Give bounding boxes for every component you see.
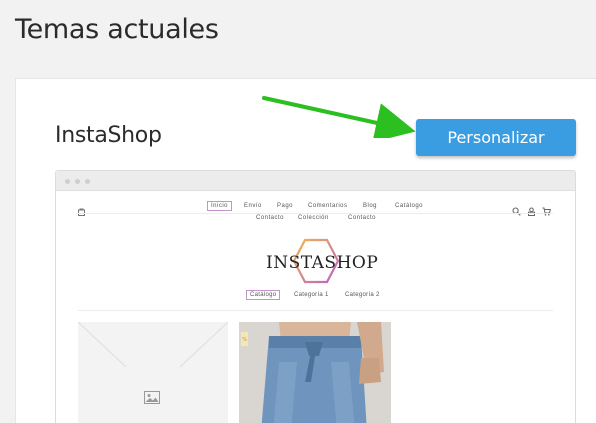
preview-nav-item: Contacto	[256, 215, 285, 221]
instashop-logo-text: InstaShop	[266, 253, 379, 273]
cart-icon	[542, 207, 551, 216]
preview-site-header: Inicio Envío Pago Comentarios Blog Catál…	[56, 191, 575, 231]
preview-nav-item: Comentarios	[308, 203, 348, 209]
divider	[78, 213, 553, 214]
store-icon	[78, 208, 85, 216]
preview-nav-item: Colección	[298, 215, 329, 221]
preview-product-placeholder	[78, 322, 228, 423]
browser-dot	[75, 179, 80, 184]
preview-nav-item: Pago	[277, 203, 294, 209]
browser-dot	[85, 179, 90, 184]
user-icon	[528, 207, 535, 216]
placeholder-diagonals	[78, 322, 228, 368]
green-arrow-annotation	[262, 96, 416, 138]
page-title: Temas actuales	[15, 14, 219, 45]
preview-category-tab: Categoría 1	[294, 292, 329, 298]
preview-nav-item: Blog	[363, 203, 378, 209]
preview-nav-item: Contacto	[348, 215, 377, 221]
customize-button[interactable]: Personalizar	[416, 119, 576, 156]
preview-category-tab: Categoría 2	[345, 292, 380, 298]
jeans-photo: %	[239, 322, 391, 423]
image-icon	[144, 391, 160, 404]
theme-preview[interactable]: Inicio Envío Pago Comentarios Blog Catál…	[55, 170, 576, 423]
preview-nav-item: Envío	[244, 203, 262, 209]
browser-dot	[65, 179, 70, 184]
svg-text:%: %	[242, 337, 247, 343]
search-icon	[512, 207, 521, 216]
theme-name: InstaShop	[55, 123, 162, 148]
preview-nav-item: Inicio	[207, 201, 233, 211]
preview-product-photo: %	[239, 322, 391, 423]
divider	[78, 310, 553, 311]
preview-category-tab: Catálogo	[246, 290, 281, 300]
preview-nav-item: Catálogo	[395, 203, 424, 209]
preview-browser-bar	[56, 171, 575, 191]
